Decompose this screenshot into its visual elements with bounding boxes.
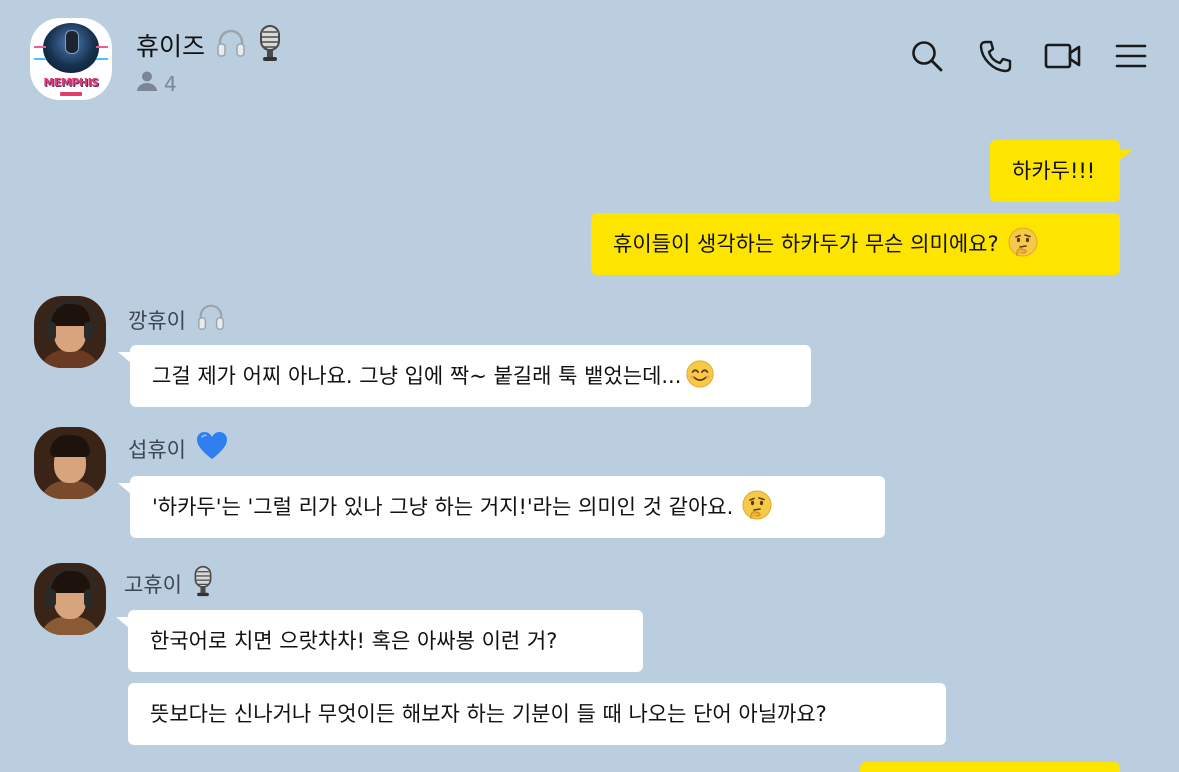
member-count: 4 [136,70,177,97]
their-message-bubble[interactable]: '하카두'는 '그럴 리가 있나 그냥 하는 거지!'라는 의미인 것 같아요. [130,476,885,538]
smiling-face-emoji-icon [685,359,715,393]
their-message-bubble[interactable]: 그걸 제가 어찌 아나요. 그냥 입에 짝~ 붙길래 툭 뱉었는데... [130,345,811,407]
their-message-bubble[interactable]: 한국어로 치면 으랏차차! 혹은 아싸봉 이런 거? [128,610,643,672]
voice-call-button[interactable] [977,40,1013,76]
message-text: 그걸 제가 어찌 아나요. 그냥 입에 짝~ 붙길래 툭 뱉었는데... [152,363,682,388]
profile-avatar-go[interactable] [34,563,106,635]
profile-avatar-kkang[interactable] [34,296,106,368]
member-count-value: 4 [164,71,177,96]
menu-icon [1115,42,1147,74]
sender-name: 섭휴이 [128,437,186,462]
thinking-face-emoji-icon [1007,226,1039,262]
sender-name-row: 깡휴이 [128,302,226,337]
headphones-icon [196,302,226,337]
microphone-icon [192,565,214,602]
headphones-icon [215,27,247,63]
message-text: 한국어로 치면 으랏차차! 혹은 아싸봉 이런 거? [150,628,558,653]
sender-name-row: 섭휴이 [128,431,228,466]
person-icon [136,70,158,97]
header-actions [909,40,1149,76]
message-text: '하카두'는 '그럴 리가 있나 그냥 하는 거지!'라는 의미인 것 같아요. [152,494,734,519]
their-message-bubble[interactable]: 뜻보다는 신나거나 무엇이든 해보자 하는 기분이 들 때 나오는 단어 아닐까… [128,683,946,745]
message-text: 하카두!!! [1012,158,1096,183]
profile-avatar-seop[interactable] [34,427,106,499]
video-call-button[interactable] [1044,40,1082,76]
message-text: 뜻보다는 신나거나 무엇이든 해보자 하는 기분이 들 때 나오는 단어 아닐까… [150,701,827,726]
room-name: 휴이즈 [136,32,206,61]
search-icon [910,39,944,77]
phone-icon [978,39,1012,77]
message-text: 휴이들이 생각하는 하카두가 무슨 의미에요? [613,231,999,256]
thinking-face-emoji-icon [741,489,773,525]
my-message-bubble-partial [860,762,1120,772]
blue-heart-icon [196,431,228,466]
sender-name: 깡휴이 [128,308,186,333]
search-button[interactable] [909,40,945,76]
my-message-bubble[interactable]: 하카두!!! [990,140,1120,202]
room-avatar-logo: MEMPHIS [43,76,99,89]
menu-button[interactable] [1113,40,1149,76]
my-message-bubble[interactable]: 휴이들이 생각하는 하카두가 무슨 의미에요? [591,213,1120,275]
video-call-icon [1044,41,1082,75]
room-title[interactable]: 휴이즈 [136,24,283,66]
microphone-icon [257,24,283,66]
chat-header: MEMPHIS 휴이즈 4 [0,0,1179,118]
sender-name-row: 고휴이 [124,565,214,602]
sender-name: 고휴이 [124,572,182,597]
room-avatar[interactable]: MEMPHIS [30,18,112,100]
